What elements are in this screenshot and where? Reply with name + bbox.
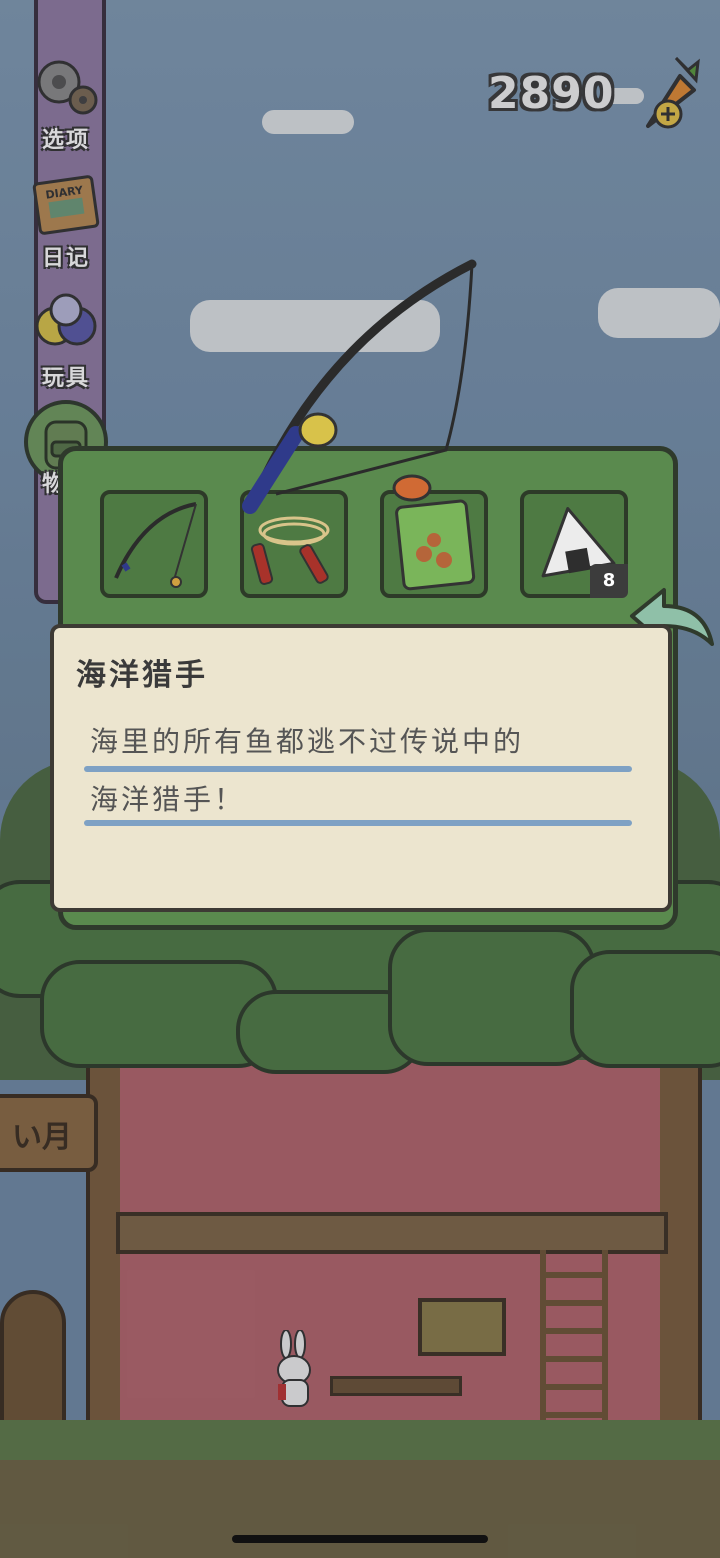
carrot-count: 2890 — [488, 68, 615, 119]
sidebar-item-label: 日记 — [41, 246, 90, 271]
house-shelf — [116, 1212, 668, 1254]
cloud — [262, 110, 354, 134]
diary-icon: DIARY — [31, 170, 101, 240]
cloud — [598, 288, 720, 338]
carrot-add-icon[interactable] — [636, 54, 702, 136]
item-title: 海洋猎手 — [76, 658, 208, 693]
table — [330, 1376, 462, 1396]
sidebar-item-options[interactable]: 选项 — [16, 52, 116, 154]
item-description-card: 海洋猎手 海里的所有鱼都逃不过传说中的 海洋猎手！ — [50, 624, 672, 912]
shop-sign: い月 — [0, 1094, 98, 1172]
inventory-slot-fishing-rod[interactable] — [100, 490, 208, 598]
inventory-slot-rice-ball[interactable]: 8 — [520, 490, 628, 598]
fishing-rod-icon — [114, 502, 197, 588]
text-underline — [84, 820, 632, 826]
dirt-path — [0, 1460, 720, 1558]
sidebar-item-label: 选项 — [41, 128, 90, 153]
bunny-character — [270, 1329, 320, 1410]
sidebar-item-toys[interactable]: 玩具 — [16, 290, 116, 392]
picture-frame — [418, 1298, 506, 1356]
gear-icon — [31, 52, 101, 122]
item-count-badge: 8 — [590, 564, 628, 598]
tree-canopy — [570, 950, 720, 1068]
tree-canopy — [388, 928, 596, 1066]
item-description-line: 海里的所有鱼都逃不过传说中的 — [90, 725, 525, 758]
shop-sign-text: い月 — [12, 1120, 72, 1155]
sidebar-item-diary[interactable]: DIARY 日记 — [16, 170, 116, 272]
selected-item-fishing-rod — [236, 258, 484, 520]
item-description-line: 海洋猎手！ — [90, 783, 246, 816]
text-underline — [84, 766, 632, 772]
sidebar-item-label: 玩具 — [41, 366, 90, 391]
door — [0, 1290, 66, 1428]
toys-icon — [31, 290, 101, 360]
home-indicator[interactable] — [232, 1535, 488, 1543]
ladder — [540, 1250, 608, 1420]
